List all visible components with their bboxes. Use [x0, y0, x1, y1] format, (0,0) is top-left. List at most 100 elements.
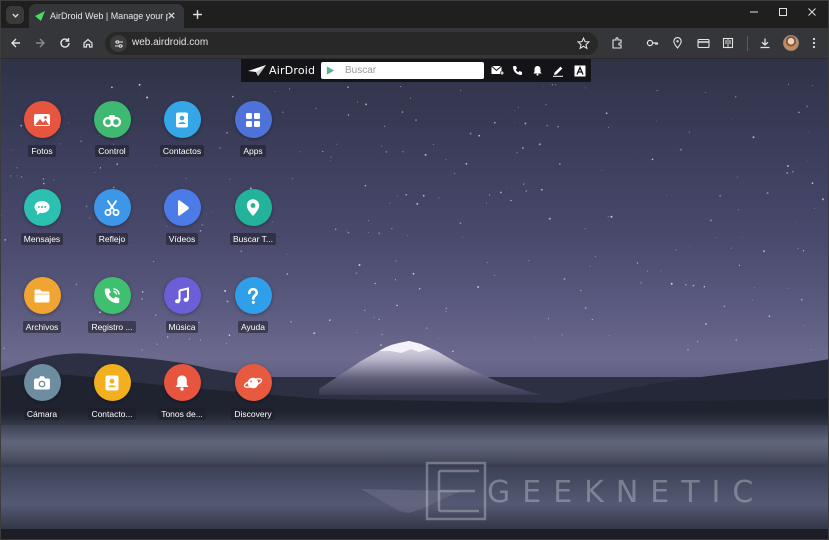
- map-pin-icon: [672, 37, 682, 49]
- menu-button[interactable]: [807, 36, 821, 50]
- app-scissors[interactable]: Reflejo: [82, 189, 142, 245]
- chevron-down-icon: [11, 13, 19, 18]
- phone-call-icon: [93, 277, 131, 314]
- airdroid-web-desktop: AirDroid FotosControlContactosAppsMens: [1, 59, 828, 539]
- app-label: Discovery: [231, 408, 275, 420]
- tab-strip: AirDroid Web | Manage your phone: [1, 1, 828, 28]
- home-icon: [83, 38, 93, 48]
- app-label: Mensajes: [20, 233, 64, 245]
- app-photos[interactable]: Fotos: [12, 101, 72, 157]
- edit-button[interactable]: [551, 64, 564, 77]
- phone-icon: [513, 66, 522, 75]
- tab-title: AirDroid Web | Manage your phone: [50, 11, 168, 21]
- maximize-icon: [779, 8, 787, 16]
- forward-button[interactable]: [33, 36, 47, 50]
- app-binoculars[interactable]: Control: [82, 101, 142, 157]
- app-apps-grid[interactable]: Apps: [223, 101, 283, 157]
- tab-search-button[interactable]: [6, 6, 24, 24]
- watermark-logo-icon: [425, 461, 487, 521]
- download-icon: [760, 38, 770, 49]
- app-camera[interactable]: Cámara: [12, 364, 72, 420]
- downloads-button[interactable]: [758, 36, 772, 50]
- app-label: Contactos: [159, 145, 205, 157]
- reader-icon: [722, 37, 734, 49]
- tab-close-button[interactable]: [166, 10, 177, 21]
- airdroid-logo-icon: [248, 65, 266, 76]
- arrow-left-icon: [11, 38, 20, 48]
- close-icon: [808, 8, 816, 16]
- binoculars-icon: [93, 101, 131, 138]
- passwords-button[interactable]: [645, 36, 659, 50]
- app-label: Ayuda: [238, 321, 268, 333]
- browser-window: AirDroid Web | Manage your phone: [0, 0, 829, 540]
- app-contacts[interactable]: Contactos: [152, 101, 212, 157]
- font-size-button[interactable]: [573, 64, 586, 77]
- airdroid-search-input[interactable]: [345, 63, 479, 78]
- browser-toolbar: web.airdroid.com: [1, 28, 828, 59]
- home-button[interactable]: [81, 36, 95, 50]
- bookmark-star-icon[interactable]: [577, 37, 590, 50]
- app-phone-call[interactable]: Registro ...: [82, 277, 142, 333]
- reload-button[interactable]: [58, 36, 72, 50]
- browser-tab[interactable]: AirDroid Web | Manage your phone: [29, 4, 184, 28]
- pencil-icon: [552, 66, 563, 77]
- play-icon: [163, 189, 201, 226]
- plus-icon: [192, 9, 202, 19]
- airdroid-top-bar: AirDroid: [241, 59, 591, 82]
- location-button[interactable]: [670, 36, 684, 50]
- app-help[interactable]: Ayuda: [223, 277, 283, 333]
- contacts-icon: [163, 101, 201, 138]
- toolbar-divider: [747, 36, 748, 51]
- app-location-pin[interactable]: Buscar T...: [223, 189, 283, 245]
- location-pin-icon: [234, 189, 272, 226]
- address-bar[interactable]: web.airdroid.com: [105, 32, 598, 55]
- app-bell[interactable]: Tonos de...: [152, 364, 212, 420]
- close-icon: [168, 12, 175, 19]
- maximize-button[interactable]: [769, 3, 797, 21]
- app-label: Tonos de...: [158, 408, 206, 420]
- camera-icon: [23, 364, 61, 401]
- app-label: Registro ...: [88, 321, 136, 333]
- new-tab-button[interactable]: [190, 7, 204, 21]
- app-contact-card[interactable]: Contacto...: [82, 364, 142, 420]
- mail-send-icon: [491, 65, 504, 75]
- tune-icon: [114, 39, 123, 48]
- contact-card-icon: [93, 364, 131, 401]
- notifications-button[interactable]: [531, 64, 544, 77]
- site-info-button[interactable]: [110, 35, 127, 52]
- letter-a-icon: [574, 65, 585, 76]
- app-label: Buscar T...: [230, 233, 276, 245]
- app-label: Cámara: [23, 408, 61, 420]
- music-note-icon: [163, 277, 201, 314]
- app-folder[interactable]: Archivos: [12, 277, 72, 333]
- minimize-icon: [750, 11, 758, 13]
- chat-icon: [23, 189, 61, 226]
- back-button[interactable]: [9, 36, 23, 50]
- minimize-button[interactable]: [740, 3, 768, 21]
- app-label: Archivos: [22, 321, 62, 333]
- call-button[interactable]: [511, 64, 524, 77]
- reading-mode-button[interactable]: [721, 36, 735, 50]
- watermark-text: GEEKNETIC: [487, 475, 766, 510]
- app-music-note[interactable]: Música: [152, 277, 212, 333]
- play-store-icon: [326, 66, 335, 75]
- puzzle-icon: [612, 37, 622, 49]
- app-label: Contacto...: [88, 408, 136, 420]
- credit-card-icon: [696, 38, 710, 48]
- app-label: Reflejo: [95, 233, 129, 245]
- app-planet[interactable]: Discovery: [223, 364, 283, 420]
- send-message-button[interactable]: [491, 64, 504, 77]
- profile-avatar[interactable]: [783, 35, 799, 51]
- apps-grid-icon: [234, 101, 272, 138]
- close-window-button[interactable]: [798, 3, 826, 21]
- airdroid-search-box[interactable]: [321, 62, 484, 79]
- arrow-right-icon: [36, 38, 45, 48]
- app-label: Vídeos: [165, 233, 199, 245]
- app-label: Música: [165, 321, 199, 333]
- payment-button[interactable]: [696, 36, 710, 50]
- help-icon: [234, 277, 272, 314]
- app-play[interactable]: Vídeos: [152, 189, 212, 245]
- app-chat[interactable]: Mensajes: [12, 189, 72, 245]
- extensions-button[interactable]: [610, 36, 624, 50]
- watermark: GEEKNETIC: [425, 461, 815, 521]
